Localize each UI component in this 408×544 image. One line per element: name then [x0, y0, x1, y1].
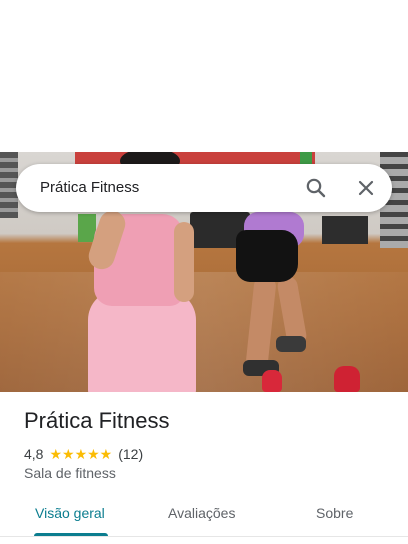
tab-overview[interactable]: Visão geral	[35, 505, 105, 521]
tab-reviews[interactable]: Avaliações	[168, 505, 235, 521]
search-box[interactable]: Prática Fitness	[16, 164, 392, 212]
rating-row[interactable]: 4,8 ★★★★★ (12)	[24, 445, 143, 463]
place-title: Prática Fitness	[24, 408, 170, 433]
person-black-shorts	[236, 230, 298, 282]
review-count[interactable]: (12)	[118, 446, 143, 462]
close-icon[interactable]	[354, 176, 378, 200]
search-icon[interactable]	[304, 176, 328, 200]
sneaker-right	[276, 336, 306, 352]
tabs-divider	[0, 536, 408, 537]
kettlebell-right	[334, 366, 360, 392]
place-category: Sala de fitness	[24, 465, 116, 481]
star-rating-icon: ★★★★★	[49, 445, 113, 462]
gym-machine	[322, 216, 368, 244]
place-tabs: Visão geral Avaliações Sobre	[0, 496, 408, 537]
rating-value: 4,8	[24, 446, 44, 462]
map-blank-area	[0, 0, 408, 152]
person-pink-arm-right	[174, 222, 194, 302]
search-input[interactable]: Prática Fitness	[40, 179, 139, 196]
kettlebell	[262, 370, 282, 392]
tab-about[interactable]: Sobre	[316, 505, 353, 521]
